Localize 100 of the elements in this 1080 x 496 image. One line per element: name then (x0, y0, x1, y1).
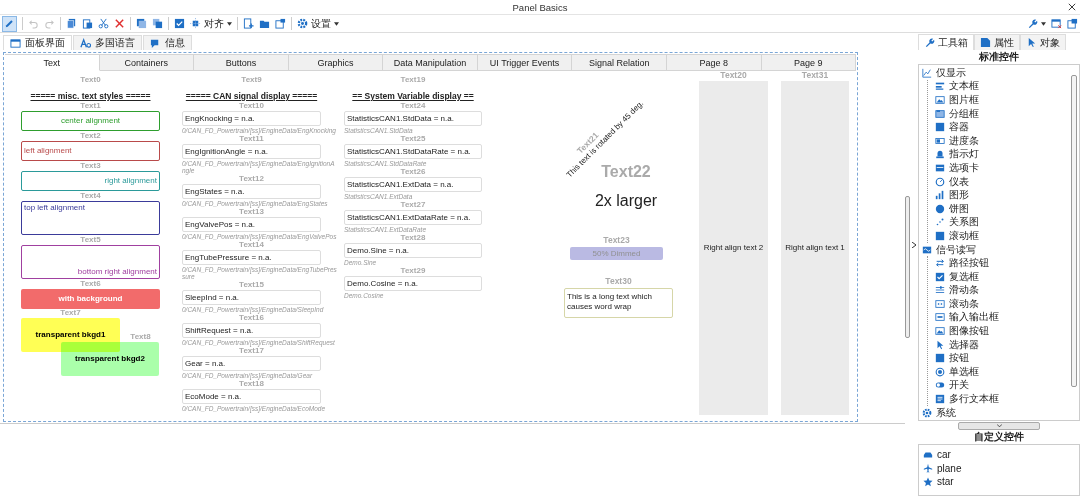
list-item[interactable]: star (923, 475, 1075, 489)
heading[interactable]: ===== misc. text styles ===== (30, 91, 151, 101)
text-box[interactable]: This is a long text which causes word wrap (564, 288, 673, 318)
tree-item[interactable]: 选择器 (935, 337, 1069, 352)
page-tab[interactable]: Page 8 (666, 54, 762, 71)
export-icon[interactable] (275, 18, 286, 29)
text-box[interactable]: Right align text 1 (781, 81, 849, 415)
tree-item[interactable]: 文本框 (935, 79, 1069, 94)
scrollbar-thumb[interactable] (1071, 75, 1077, 387)
value-display[interactable]: ShiftRequest = n.a. (182, 323, 321, 338)
tree-item[interactable]: 关系图 (935, 215, 1069, 230)
tree-item[interactable]: 指示灯 (935, 147, 1069, 162)
value-display[interactable]: StatisticsCAN1.StdData = n.a. (344, 111, 482, 126)
panel-tab[interactable]: 对象 (1020, 34, 1066, 50)
collapse-handle[interactable] (958, 422, 1040, 430)
value-display[interactable]: StatisticsCAN1.ExtDataRate = n.a. (344, 210, 482, 225)
text-box[interactable]: top left alignment (21, 201, 160, 235)
value-display[interactable]: Demo.Cosine = n.a. (344, 276, 482, 291)
tree-item[interactable]: 仪表 (935, 174, 1069, 189)
value-display[interactable]: SleepInd = n.a. (182, 290, 321, 305)
page-tab[interactable]: Signal Relation (572, 54, 667, 71)
tree-item[interactable]: 开关 (935, 378, 1069, 393)
widget-name: Text30 (605, 277, 632, 286)
tree-item[interactable]: 输入输出框 (935, 310, 1069, 325)
tree-item[interactable]: 滚动框 (935, 229, 1069, 243)
align-menu[interactable]: 对齐 (190, 15, 232, 32)
close-window-icon[interactable] (1051, 18, 1062, 29)
page-tab[interactable]: Data Manipulation (383, 54, 478, 71)
edit-button[interactable] (2, 15, 17, 32)
copy-icon[interactable] (66, 18, 77, 29)
text-box[interactable]: Right align text 2 (699, 81, 768, 415)
tree-item[interactable]: 滚动条 (935, 297, 1069, 311)
section-title: 自定义控件 (973, 430, 1025, 444)
tree-item[interactable]: 仅显示 (922, 66, 1069, 80)
text-box[interactable]: center alignment (21, 111, 160, 131)
delete-icon[interactable] (114, 18, 125, 29)
panel-tab[interactable]: 属性 (974, 34, 1020, 50)
text-box[interactable]: left alignment (21, 141, 160, 161)
gear-icon (922, 407, 932, 418)
tree-item[interactable]: 选项卡 (935, 161, 1069, 175)
tree-item[interactable]: 系统 (922, 405, 1069, 420)
tree-item[interactable]: 图形 (935, 188, 1069, 202)
view-tab[interactable]: 多国语言 (73, 35, 142, 50)
tree-item[interactable]: 分组框 (935, 106, 1069, 121)
list-item[interactable]: plane (923, 461, 1075, 476)
value-display[interactable]: Demo.Sine = n.a. (344, 243, 482, 258)
lamp-icon (935, 149, 945, 160)
tree-item[interactable]: 单选框 (935, 365, 1069, 379)
value-display[interactable]: EngIgnitionAngle = n.a. (182, 144, 321, 159)
tree-item[interactable]: 信号读写 (922, 242, 1069, 257)
page-tab[interactable]: Containers (99, 54, 195, 71)
swap-arrows-icon (935, 258, 945, 269)
value-display[interactable]: Gear = n.a. (182, 356, 321, 371)
panel-canvas[interactable] (3, 52, 858, 422)
page-tab[interactable]: Buttons (194, 54, 289, 71)
text-box[interactable]: right alignment (21, 171, 160, 191)
send-back-icon[interactable] (152, 18, 163, 29)
text-box[interactable]: transparent bkgd2 (61, 342, 159, 376)
widget-name: Text19 (400, 76, 426, 84)
paste-icon[interactable] (82, 18, 93, 29)
view-tab[interactable]: 面板界面 (3, 35, 72, 50)
bring-front-icon[interactable] (136, 18, 147, 29)
panel-tab[interactable]: 工具箱 (918, 34, 974, 50)
text-box[interactable]: bottom right alignment (21, 245, 160, 279)
large-text[interactable]: 2x larger (566, 190, 686, 214)
settings-menu[interactable]: 设置 (297, 15, 339, 32)
value-display[interactable]: EcoMode = n.a. (182, 389, 321, 404)
checkbox-icon[interactable] (174, 18, 185, 29)
scissors-icon[interactable] (98, 18, 109, 29)
value-display[interactable]: EngTubePressure = n.a. (182, 250, 321, 265)
close-icon[interactable] (1068, 3, 1076, 11)
tree-item[interactable]: 复选框 (935, 269, 1069, 284)
tree-item[interactable]: 路径按钮 (935, 256, 1069, 270)
value-display[interactable]: StatisticsCAN1.StdDataRate = n.a. (344, 144, 482, 159)
tree-item[interactable]: 多行文本框 (935, 392, 1069, 406)
caret-icon (334, 21, 339, 26)
tree-item[interactable]: 图像按钮 (935, 324, 1069, 338)
page-tab[interactable]: Graphics (288, 54, 384, 71)
scrollbar-thumb[interactable] (905, 196, 910, 338)
widget-name: Text31 (801, 71, 829, 80)
page-tab[interactable]: Page 9 (761, 54, 857, 71)
value-display[interactable]: EngKnocking = n.a. (182, 111, 321, 126)
tree-item[interactable]: 按钮 (935, 351, 1069, 366)
page-tab[interactable]: UI Trigger Events (477, 54, 573, 71)
heading[interactable]: ===== CAN signal display ===== (185, 91, 318, 101)
value-display[interactable]: StatisticsCAN1.ExtData = n.a. (344, 177, 482, 192)
page-tab[interactable]: Text (5, 54, 100, 71)
value-display[interactable]: EngValvePos = n.a. (182, 217, 321, 232)
value-display[interactable]: EngStates = n.a. (182, 184, 321, 199)
view-tab[interactable]: 信息 (143, 35, 192, 50)
tree-item[interactable]: 容器 (935, 120, 1069, 134)
tree-item[interactable]: 饼图 (935, 201, 1069, 216)
tree-item[interactable]: 进度条 (935, 133, 1069, 148)
float-window-icon[interactable] (1067, 18, 1078, 29)
tree-item[interactable]: 滑动条 (935, 283, 1069, 298)
list-item[interactable]: car (923, 448, 1075, 462)
heading[interactable]: == System Variable display == (352, 91, 474, 101)
folder-icon[interactable] (259, 18, 270, 29)
tree-item[interactable]: 图片框 (935, 93, 1069, 107)
new-page-icon[interactable] (243, 18, 254, 29)
